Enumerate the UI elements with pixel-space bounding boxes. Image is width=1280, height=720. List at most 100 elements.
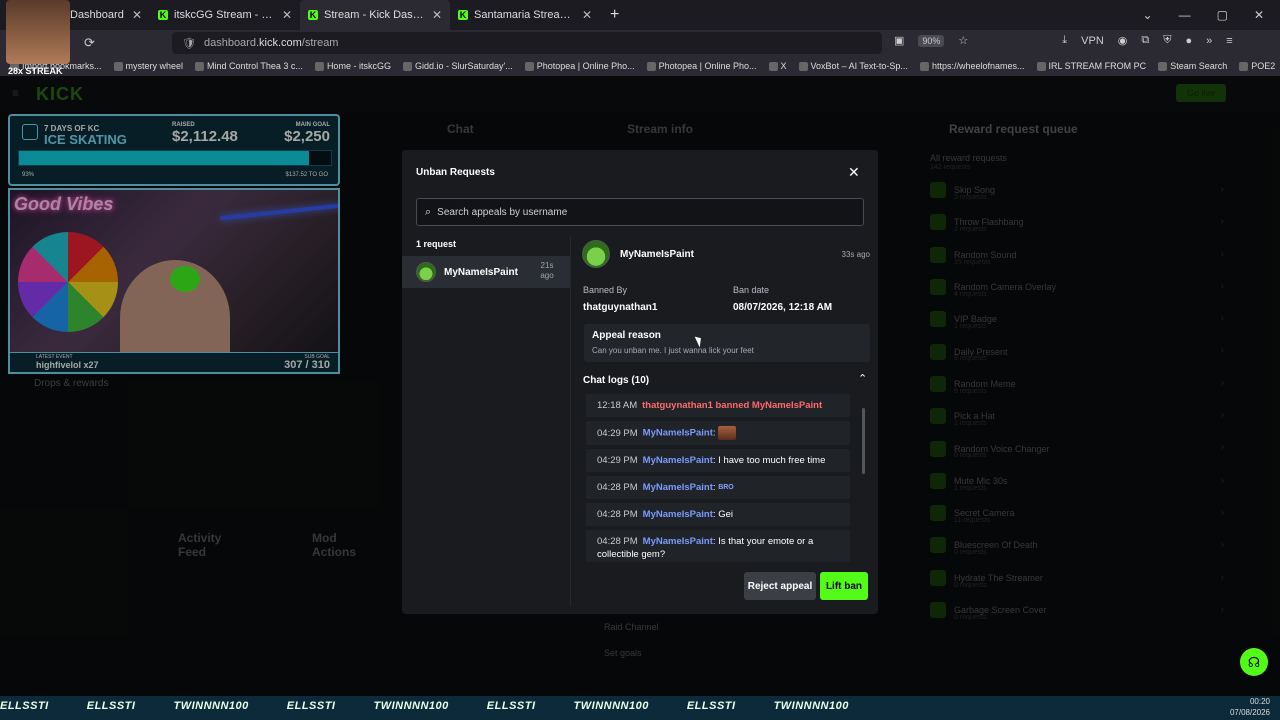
ban-date-label: Ban date bbox=[733, 285, 770, 295]
zoom-level[interactable]: 90% bbox=[918, 34, 945, 47]
bookmark-item[interactable]: Photopea | Online Pho... bbox=[524, 61, 635, 71]
bookmark-label: Photopea | Online Pho... bbox=[658, 61, 757, 71]
close-icon[interactable]: ✕ bbox=[582, 8, 592, 22]
url-prefix: dashboard. bbox=[203, 37, 260, 49]
bookmark-favicon-icon bbox=[113, 61, 123, 71]
new-tab-icon[interactable]: + bbox=[610, 6, 619, 24]
bookmark-item[interactable]: POE2 bbox=[1239, 61, 1275, 71]
bookmark-item[interactable]: https://wheelofnames... bbox=[919, 61, 1025, 71]
bookmark-item[interactable]: Steam Search bbox=[1158, 61, 1227, 71]
bookmark-label: POE2 bbox=[1251, 61, 1276, 71]
vpn-button[interactable]: VPN bbox=[1081, 35, 1104, 47]
log-username[interactable]: MyNameIsPaint bbox=[643, 509, 713, 520]
close-icon[interactable]: ✕ bbox=[432, 8, 442, 22]
avatar bbox=[582, 240, 610, 268]
minimize-icon[interactable]: — bbox=[1179, 8, 1191, 22]
reload-icon[interactable]: ⟳ bbox=[84, 35, 95, 51]
lift-ban-button[interactable]: Lift ban bbox=[820, 572, 868, 600]
chat-log-list[interactable]: 12:18 AM thatguynathan1 banned MyNameIsPa… bbox=[586, 394, 866, 562]
bookmark-label: Photopea | Online Pho... bbox=[536, 61, 635, 71]
log-time: 04:28 PM bbox=[597, 509, 638, 521]
bookmark-favicon-icon bbox=[919, 61, 929, 71]
reader-icon[interactable]: ▣ bbox=[894, 34, 904, 47]
bookmark-item[interactable]: mystery wheel bbox=[113, 61, 183, 71]
bookmark-item[interactable]: Mind Control Thea 3 c... bbox=[195, 61, 303, 71]
address-bar[interactable]: 🛡 dashboard.kick.com/stream bbox=[172, 32, 882, 54]
chevron-up-icon[interactable]: ⌃ bbox=[858, 372, 867, 385]
bookmark-item[interactable]: Home - itskcGG bbox=[314, 61, 391, 71]
browser-tab-bar: Dashboard ✕ K itskcGG Stream - Watch Liv… bbox=[0, 0, 1280, 30]
ticker-item: ELLSSTI bbox=[686, 700, 736, 712]
close-icon[interactable]: ✕ bbox=[282, 8, 292, 22]
bookmark-item[interactable]: IRL STREAM FROM PC bbox=[1036, 61, 1146, 71]
bookmark-item[interactable]: X bbox=[768, 61, 787, 71]
bookmark-item[interactable]: Gidd.io - SlurSaturday'... bbox=[402, 61, 513, 71]
clock-date: 07/08/2026 bbox=[1229, 708, 1270, 717]
bookmark-star-icon[interactable]: ☆ bbox=[958, 34, 968, 47]
request-count: 1 request bbox=[416, 239, 457, 249]
browser-tab[interactable]: K Santamaria Stream - Watch... ✕ bbox=[450, 0, 600, 30]
bookmark-item[interactable]: VoxBot – AI Text-to-Sp... bbox=[798, 61, 908, 71]
system-clock[interactable]: 00:20 07/08/2026 bbox=[1225, 696, 1270, 718]
bookmark-favicon-icon bbox=[1239, 61, 1249, 71]
toolbar-icons: ▣ 90% ☆ ⤓ VPN ◉ ⧉ ⛨ ● » ≡ bbox=[894, 34, 1233, 47]
close-window-icon[interactable]: ✕ bbox=[1254, 8, 1264, 22]
bookmark-label: Mind Control Thea 3 c... bbox=[207, 61, 303, 71]
clock-time: 00:20 bbox=[1249, 697, 1270, 706]
request-time: 21s ago bbox=[540, 261, 554, 280]
chat-log-scrollbar[interactable] bbox=[862, 408, 865, 474]
request-username: MyNameIsPaint bbox=[444, 266, 518, 278]
browser-tab-active[interactable]: K Stream - Kick Dashboard ✕ bbox=[300, 0, 450, 30]
ban-date-value: 08/07/2026, 12:18 AM bbox=[733, 302, 833, 313]
search-input[interactable] bbox=[437, 206, 838, 218]
close-icon[interactable]: ✕ bbox=[132, 8, 142, 22]
overflow-icon[interactable]: » bbox=[1206, 35, 1212, 47]
search-field[interactable]: ⌕ bbox=[416, 198, 864, 226]
appeal-reason-label: Appeal reason bbox=[592, 330, 661, 341]
bookmark-label: Home - itskcGG bbox=[326, 61, 391, 71]
chat-log-row: 04:28 PM MyNameIsPaint: BRO bbox=[586, 476, 850, 500]
menu-icon[interactable]: ≡ bbox=[1226, 35, 1232, 47]
bookmark-item[interactable]: Photopea | Online Pho... bbox=[646, 61, 757, 71]
log-system-message: thatguynathan1 banned MyNameIsPaint bbox=[642, 400, 823, 411]
log-time: 12:18 AM bbox=[597, 400, 638, 411]
ticker-item: ELLSSTI bbox=[0, 700, 49, 712]
close-icon[interactable]: ✕ bbox=[848, 164, 860, 181]
log-message: Gei bbox=[718, 509, 733, 521]
kick-favicon-icon: K bbox=[158, 10, 168, 20]
appeal-username[interactable]: MyNameIsPaint bbox=[620, 249, 694, 260]
request-list-item[interactable]: MyNameIsPaint 21s ago bbox=[402, 256, 570, 288]
browser-tab[interactable]: K itskcGG Stream - Watch Live on... ✕ bbox=[150, 0, 300, 30]
appeal-reason-box: Appeal reason Can you unban me. I just w… bbox=[584, 324, 870, 362]
chat-ticker: ELLSSTI ELLSSTI TWINNNN100 ELLSSTI TWINNNN10… bbox=[0, 700, 887, 712]
bookmark-favicon-icon bbox=[402, 61, 412, 71]
tab-label: itskcGG Stream - Watch Live on... bbox=[174, 9, 276, 21]
log-username[interactable]: MyNameIsPaint bbox=[643, 536, 713, 547]
bookmark-label: Gidd.io - SlurSaturday'... bbox=[414, 61, 513, 71]
bookmark-favicon-icon bbox=[1158, 61, 1168, 71]
log-username[interactable]: MyNameIsPaint bbox=[643, 455, 713, 466]
download-icon[interactable]: ⤓ bbox=[1062, 34, 1067, 47]
ticker-item: TWINNNN100 bbox=[573, 700, 649, 712]
bookmark-label: VoxBot – AI Text-to-Sp... bbox=[810, 61, 908, 71]
chat-logs-title: Chat logs (10) bbox=[583, 375, 650, 386]
reject-appeal-button[interactable]: Reject appeal bbox=[744, 572, 816, 600]
ticker-item: ELLSSTI bbox=[86, 700, 136, 712]
bookmark-favicon-icon bbox=[768, 61, 778, 71]
profile-icon[interactable]: ● bbox=[1186, 35, 1193, 47]
tab-list-icon[interactable]: ⌄ bbox=[1143, 8, 1153, 22]
divider bbox=[570, 236, 571, 606]
shield-extension-icon[interactable]: ⛨ bbox=[1163, 34, 1171, 47]
chat-log-row: 04:29 PM MyNameIsPaint: I have too much f… bbox=[586, 449, 850, 472]
support-chat-icon[interactable]: ☊ bbox=[1240, 648, 1268, 676]
log-username[interactable]: MyNameIsPaint bbox=[643, 482, 713, 493]
account-icon[interactable]: ◉ bbox=[1118, 34, 1128, 47]
extensions-icon[interactable]: ⧉ bbox=[1141, 34, 1149, 47]
tab-label: Dashboard bbox=[70, 9, 124, 21]
log-username[interactable]: MyNameIsPaint bbox=[643, 428, 713, 439]
chat-log-row: 04:28 PM MyNameIsPaint: Gei bbox=[586, 503, 850, 527]
bookmark-favicon-icon bbox=[1036, 61, 1046, 71]
bookmark-favicon-icon bbox=[798, 61, 808, 71]
log-message: I have too much free time bbox=[718, 455, 826, 466]
maximize-icon[interactable]: ▢ bbox=[1217, 8, 1228, 22]
